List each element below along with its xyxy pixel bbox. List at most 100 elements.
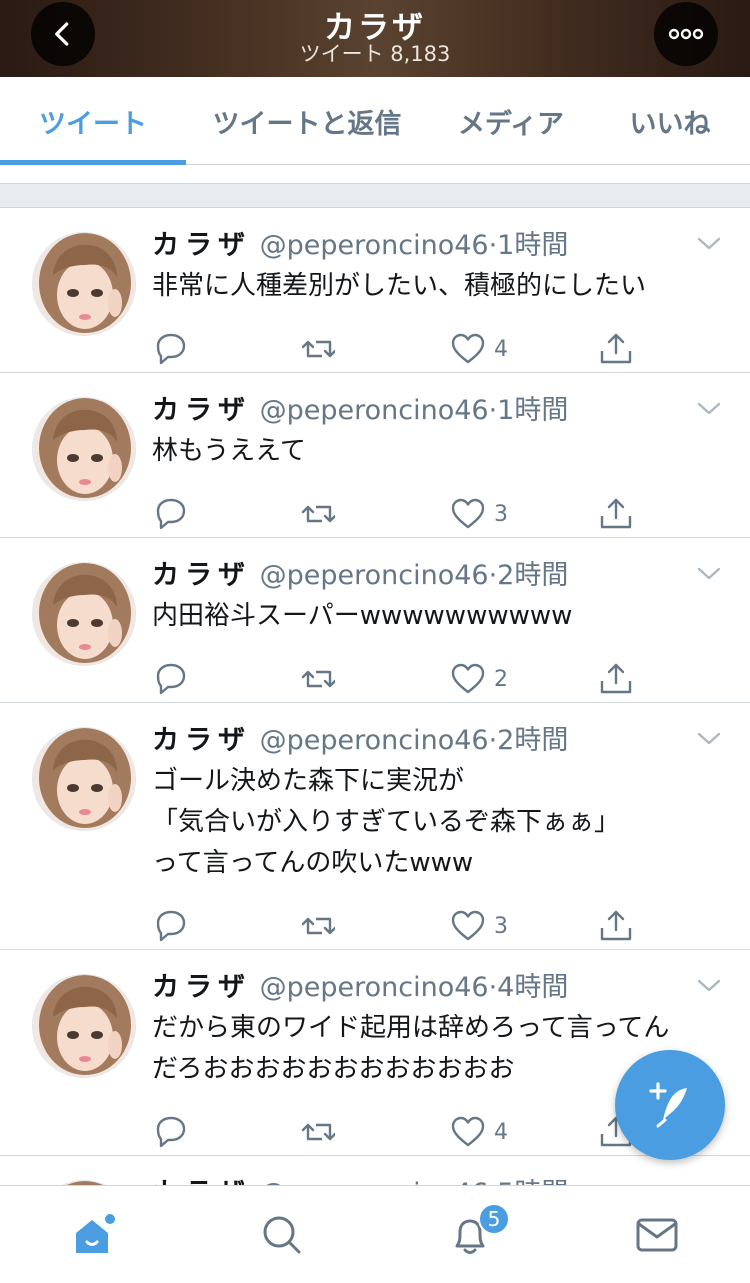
tweet-header: カラザ @peperoncino46·2時間 <box>152 556 568 596</box>
like-button[interactable]: 4 <box>450 329 508 369</box>
tab-tweets[interactable]: ツイート <box>0 77 186 165</box>
chevron-down-icon <box>697 402 721 415</box>
share-button[interactable] <box>598 659 634 699</box>
chevron-down-icon <box>697 732 721 745</box>
reply-icon <box>156 498 186 530</box>
tweet[interactable]: カラザ @peperoncino46·1時間 林もうええて 3 <box>0 373 750 538</box>
nav-notifications[interactable] <box>410 1186 530 1283</box>
tweet-author-handle[interactable]: @peperoncino46 <box>260 725 489 756</box>
retweet-icon <box>301 340 335 358</box>
avatar-image <box>33 975 135 1077</box>
tweet-text-line: 「気合いが入りすぎているぞ森下ぁぁ」 <box>152 807 621 837</box>
tweet-timestamp: 2時間 <box>497 560 569 591</box>
tweet-menu-button[interactable] <box>696 978 722 998</box>
feed-divider <box>0 183 750 208</box>
tweet-text-line: って言ってんの吹いたwww <box>152 848 474 878</box>
retweet-button[interactable] <box>299 494 335 534</box>
share-icon <box>600 910 632 941</box>
tweet-actions: 4 <box>0 329 750 369</box>
home-icon <box>76 1214 115 1253</box>
like-button[interactable]: 3 <box>450 906 508 946</box>
reply-button[interactable] <box>152 329 188 369</box>
tweet-menu-button[interactable] <box>696 731 722 751</box>
avatar[interactable] <box>32 727 136 831</box>
reply-icon <box>156 663 186 695</box>
tweet-author-handle[interactable]: @peperoncino46 <box>260 1178 489 1185</box>
tweet[interactable]: カラザ @peperoncino46·1時間 非常に人種差別がしたい、積極的にした… <box>0 208 750 373</box>
tab-media[interactable]: メディア <box>440 77 582 165</box>
retweet-icon <box>301 505 335 523</box>
active-tab-indicator <box>0 160 186 165</box>
avatar[interactable] <box>32 397 136 501</box>
tweet-author-handle[interactable]: @peperoncino46 <box>260 230 489 261</box>
search-icon <box>263 1216 301 1254</box>
more-button[interactable] <box>654 2 718 66</box>
tweet-author-name[interactable]: カラザ <box>152 395 251 426</box>
tweet-timestamp: 4時間 <box>497 972 569 1003</box>
nav-search[interactable] <box>222 1186 342 1283</box>
like-button[interactable]: 2 <box>450 659 508 699</box>
tweet-text: 林もうええて <box>152 431 732 472</box>
avatar[interactable] <box>32 232 136 336</box>
tweet[interactable]: カラザ @peperoncino46·2時間 内田裕斗スーパーwwwwwwwwww… <box>0 538 750 703</box>
notification-badge: 5 <box>478 1203 510 1235</box>
avatar[interactable] <box>32 562 136 666</box>
tweet-author-name[interactable]: カラザ <box>152 230 251 261</box>
tweet-menu-button[interactable] <box>696 566 722 586</box>
avatar[interactable] <box>32 974 136 1078</box>
heart-icon <box>451 333 485 364</box>
avatar-image <box>33 398 135 500</box>
retweet-button[interactable] <box>299 906 335 946</box>
reply-icon <box>156 1116 186 1148</box>
compose-tweet-icon <box>649 1082 687 1128</box>
reply-button[interactable] <box>152 659 188 699</box>
tweet[interactable]: カラザ @peperoncino46·2時間ゴール決めた森下に実況が「気合いが入… <box>0 703 750 950</box>
tweet-text: 内田裕斗スーパーwwwwwwwwww <box>152 596 732 637</box>
share-button[interactable] <box>598 329 634 369</box>
tab-likes[interactable]: いいね <box>606 77 734 165</box>
messages-icon <box>636 1218 678 1252</box>
share-button[interactable] <box>598 906 634 946</box>
share-icon <box>600 663 632 694</box>
tweet-menu-button[interactable] <box>696 401 722 421</box>
heart-icon <box>451 1116 485 1147</box>
retweet-button[interactable] <box>299 1112 335 1152</box>
tweet-author-name[interactable]: カラザ <box>152 972 251 1003</box>
nav-messages[interactable] <box>597 1186 717 1283</box>
like-count: 4 <box>494 1119 508 1145</box>
reply-button[interactable] <box>152 494 188 534</box>
reply-button[interactable] <box>152 1112 188 1152</box>
tweet-author-handle[interactable]: @peperoncino46 <box>260 560 489 591</box>
retweet-button[interactable] <box>299 659 335 699</box>
tweet-timestamp: 2時間 <box>497 725 569 756</box>
reply-button[interactable] <box>152 906 188 946</box>
tweet-separator: · <box>488 725 498 756</box>
retweet-button[interactable] <box>299 329 335 369</box>
tweet-text-line: ゴール決めた森下に実況が <box>152 766 465 796</box>
tweet-author-name[interactable]: カラザ <box>152 560 251 591</box>
tweet-author-name[interactable]: カラザ <box>152 1178 251 1185</box>
tweet-timestamp: 1時間 <box>497 230 569 261</box>
chevron-down-icon <box>697 979 721 992</box>
tweet-menu-button[interactable] <box>696 236 722 256</box>
tweet-text: ゴール決めた森下に実況が「気合いが入りすぎているぞ森下ぁぁ」 って言ってんの吹いた… <box>152 761 732 884</box>
share-icon <box>600 498 632 529</box>
tweet-author-handle[interactable]: @peperoncino46 <box>260 395 489 426</box>
tweet-actions: 3 <box>0 494 750 534</box>
tweet-author-handle[interactable]: @peperoncino46 <box>260 972 489 1003</box>
like-button[interactable]: 4 <box>450 1112 508 1152</box>
compose-tweet-button[interactable] <box>615 1050 725 1160</box>
tweet-feed[interactable]: カラザ @peperoncino46·1時間 非常に人種差別がしたい、積極的にした… <box>0 208 750 1185</box>
heart-icon <box>451 663 485 694</box>
tweet-author-name[interactable]: カラザ <box>152 725 251 756</box>
avatar-image <box>33 233 135 335</box>
retweet-icon <box>301 670 335 688</box>
share-button[interactable] <box>598 494 634 534</box>
like-button[interactable]: 3 <box>450 494 508 534</box>
tweet-text-line: 林もうええて <box>152 436 306 466</box>
tab-tweets-and-replies[interactable]: ツイートと返信 <box>196 77 418 165</box>
tweet[interactable]: カラザ @peperoncino46·5時間 <box>0 1156 750 1185</box>
tweet-separator: · <box>488 972 498 1003</box>
nav-home[interactable] <box>34 1186 154 1283</box>
tweet-text-line: だから東のワイド起用は辞めろって言ってん <box>152 1013 670 1043</box>
